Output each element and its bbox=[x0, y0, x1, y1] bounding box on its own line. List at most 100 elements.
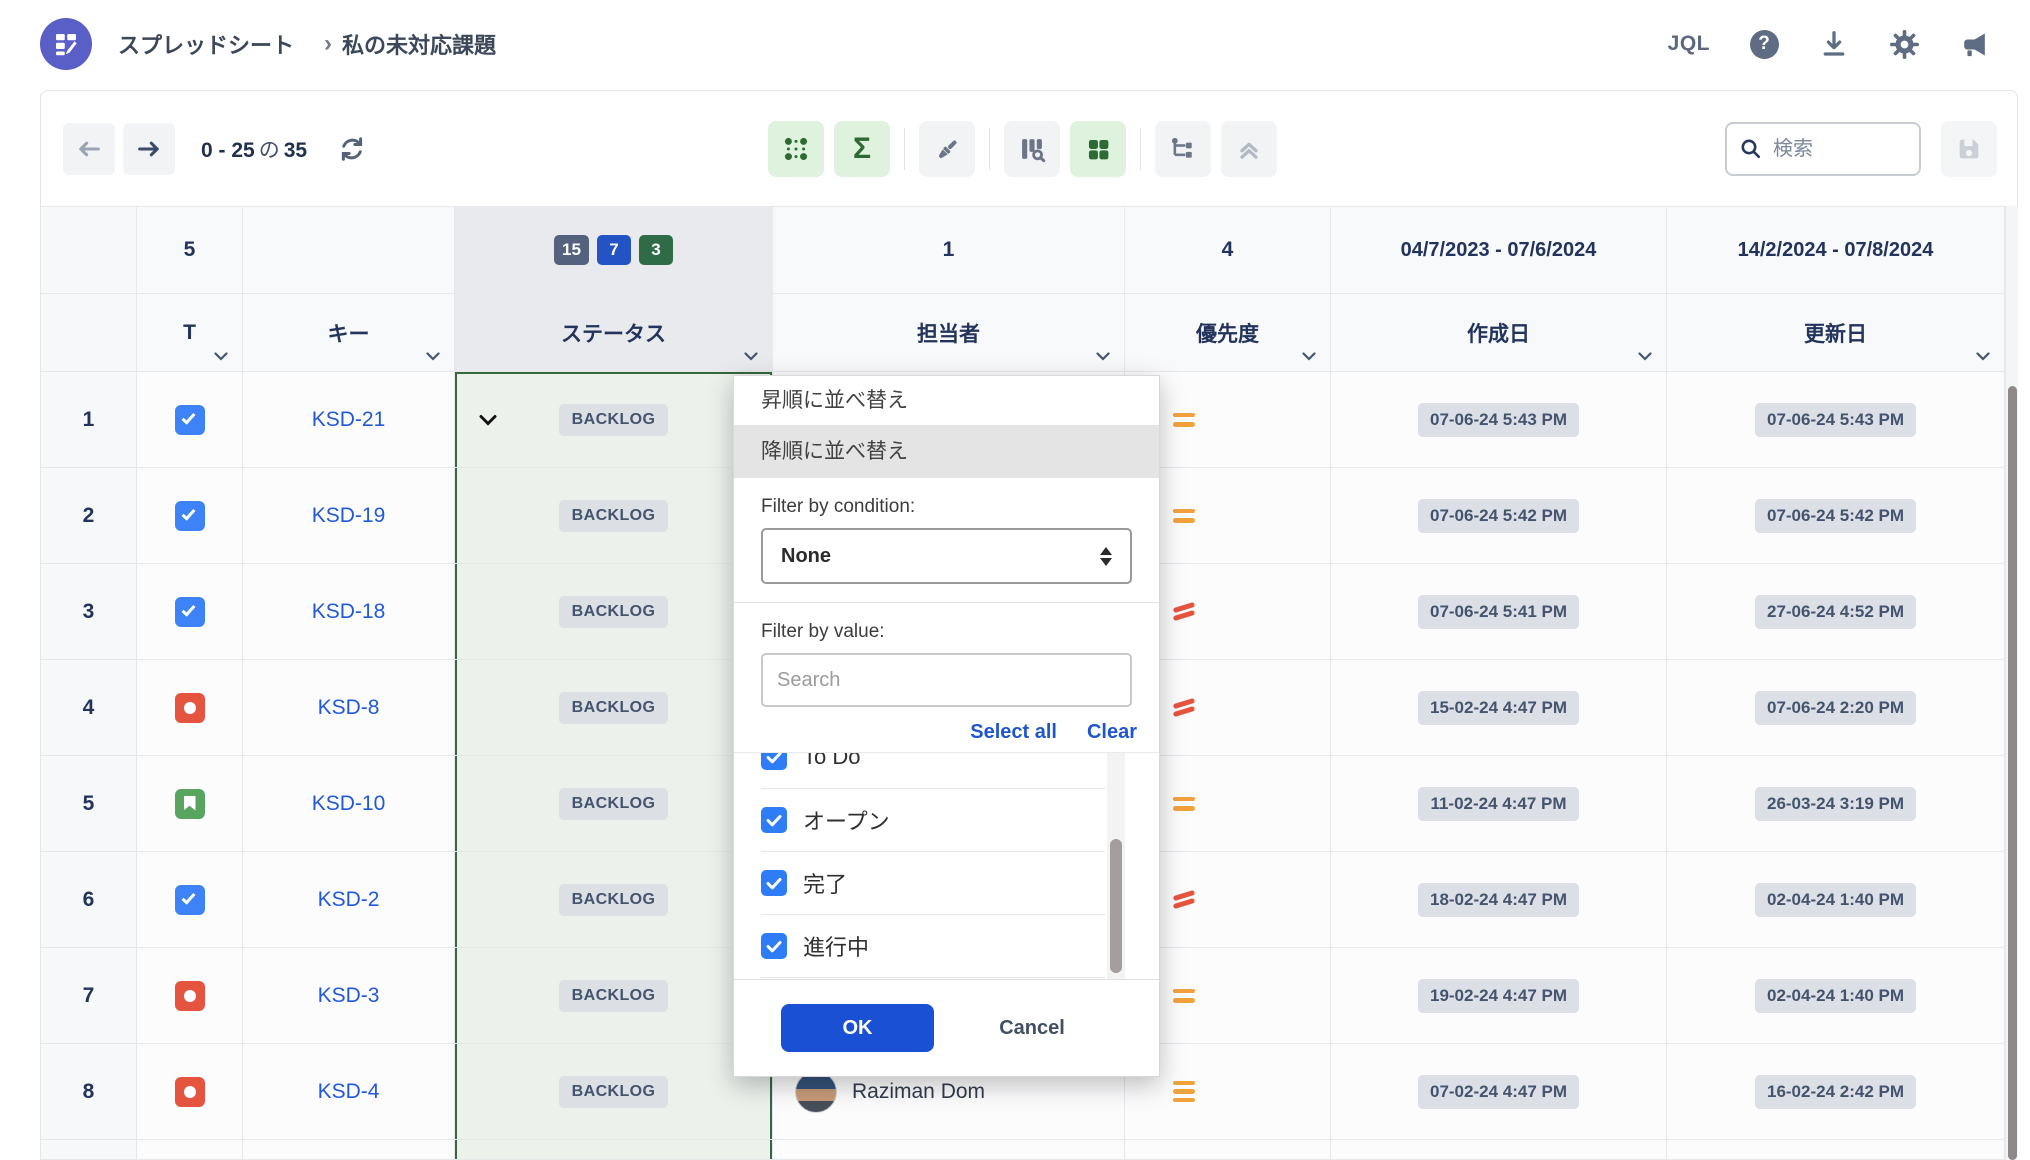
status-filter-option[interactable]: To Do bbox=[761, 752, 1105, 789]
issue-key-link[interactable]: KSD-10 bbox=[312, 792, 386, 816]
status-cell[interactable]: BACKLOG bbox=[455, 756, 773, 852]
updated-date-cell[interactable]: 07-06-24 5:43 PM bbox=[1667, 372, 2005, 468]
created-date-cell[interactable]: 19-02-24 4:47 PM bbox=[1331, 948, 1667, 1044]
sort-descending-item[interactable]: 降順に並べ替え bbox=[734, 425, 1159, 478]
megaphone-icon[interactable] bbox=[1958, 28, 1990, 60]
range-select-button[interactable] bbox=[768, 121, 824, 177]
status-cell[interactable]: BACKLOG bbox=[455, 372, 773, 468]
issue-key-link[interactable]: KSD-21 bbox=[312, 408, 386, 432]
status-cell[interactable]: BACKLOG bbox=[455, 948, 773, 1044]
issue-type-cell[interactable] bbox=[137, 852, 243, 948]
issue-key-cell[interactable]: KSD-21 bbox=[243, 372, 455, 468]
checkbox-checked-icon[interactable] bbox=[761, 933, 787, 959]
sort-ascending-item[interactable]: 昇順に並べ替え bbox=[734, 376, 1159, 425]
gear-icon[interactable] bbox=[1888, 28, 1920, 60]
row-number[interactable]: 6 bbox=[41, 852, 137, 948]
column-header-priority[interactable]: 優先度 bbox=[1125, 294, 1331, 372]
created-date-cell[interactable]: 07-02-24 4:47 PM bbox=[1331, 1044, 1667, 1140]
collapse-all-button[interactable] bbox=[1221, 121, 1277, 177]
updated-date-cell[interactable]: 07-06-24 5:42 PM bbox=[1667, 468, 2005, 564]
checkbox-checked-icon[interactable] bbox=[761, 870, 787, 896]
updated-date-cell[interactable]: 16-02-24 2:42 PM bbox=[1667, 1044, 2005, 1140]
status-filter-option[interactable]: 進行中 bbox=[761, 915, 1105, 978]
issue-type-cell[interactable] bbox=[137, 660, 243, 756]
created-date-cell[interactable]: 07-06-24 5:42 PM bbox=[1331, 468, 1667, 564]
column-header-updated[interactable]: 更新日 bbox=[1667, 294, 2005, 372]
column-settings-button[interactable] bbox=[1004, 121, 1060, 177]
created-date-cell[interactable]: 18-02-24 4:47 PM bbox=[1331, 852, 1667, 948]
created-date-cell[interactable]: 07-06-24 5:43 PM bbox=[1331, 372, 1667, 468]
jql-button[interactable]: JQL bbox=[1668, 32, 1710, 56]
issue-type-cell[interactable] bbox=[137, 372, 243, 468]
breadcrumb-app[interactable]: スプレッドシート bbox=[118, 28, 294, 60]
issue-key-cell[interactable]: KSD-19 bbox=[243, 468, 455, 564]
row-number[interactable]: 2 bbox=[41, 468, 137, 564]
status-filter-option[interactable]: オープン bbox=[761, 789, 1105, 852]
format-painter-button[interactable] bbox=[919, 121, 975, 177]
issue-type-cell[interactable] bbox=[137, 756, 243, 852]
value-search-input[interactable] bbox=[777, 669, 1116, 692]
issue-key-cell[interactable]: KSD-18 bbox=[243, 564, 455, 660]
column-header-created[interactable]: 作成日 bbox=[1331, 294, 1667, 372]
save-button[interactable] bbox=[1941, 121, 1997, 177]
column-header-assignee[interactable]: 担当者 bbox=[773, 294, 1125, 372]
row-number[interactable]: 8 bbox=[41, 1044, 137, 1140]
chevron-down-icon[interactable] bbox=[1302, 352, 1316, 361]
issue-key-link[interactable]: KSD-4 bbox=[318, 1080, 380, 1104]
column-header-type[interactable]: T bbox=[137, 294, 243, 372]
row-number[interactable]: 5 bbox=[41, 756, 137, 852]
table-scrollbar-thumb[interactable] bbox=[2008, 386, 2017, 1160]
status-cell[interactable]: BACKLOG bbox=[455, 660, 773, 756]
chevron-down-icon[interactable] bbox=[1096, 352, 1110, 361]
condition-select[interactable]: None bbox=[761, 528, 1132, 584]
value-search-box[interactable] bbox=[761, 653, 1132, 707]
issue-key-cell[interactable]: KSD-2 bbox=[243, 852, 455, 948]
ok-button[interactable]: OK bbox=[781, 1004, 934, 1052]
issue-type-cell[interactable] bbox=[137, 564, 243, 660]
status-cell[interactable]: BACKLOG bbox=[455, 852, 773, 948]
row-number[interactable]: 4 bbox=[41, 660, 137, 756]
sum-button[interactable]: Σ bbox=[834, 121, 890, 177]
created-date-cell[interactable]: 11-02-24 4:47 PM bbox=[1331, 756, 1667, 852]
issue-key-link[interactable]: KSD-2 bbox=[318, 888, 380, 912]
issue-key-link[interactable]: KSD-8 bbox=[318, 696, 380, 720]
chevron-down-icon[interactable] bbox=[1976, 352, 1990, 361]
hierarchy-button[interactable] bbox=[1155, 121, 1211, 177]
next-page-button[interactable] bbox=[123, 123, 175, 175]
options-scrollbar[interactable] bbox=[1107, 753, 1125, 980]
chevron-down-icon[interactable] bbox=[426, 352, 440, 361]
download-icon[interactable] bbox=[1818, 28, 1850, 60]
updated-date-cell[interactable]: 02-04-24 1:40 PM bbox=[1667, 852, 2005, 948]
issue-type-cell[interactable] bbox=[137, 468, 243, 564]
issue-key-cell[interactable]: KSD-8 bbox=[243, 660, 455, 756]
status-dropdown-caret-icon[interactable] bbox=[479, 414, 497, 425]
column-header-key[interactable]: キー bbox=[243, 294, 455, 372]
options-scrollbar-thumb[interactable] bbox=[1110, 839, 1122, 973]
cancel-button[interactable]: Cancel bbox=[972, 1004, 1092, 1052]
chevron-down-icon[interactable] bbox=[744, 352, 758, 361]
checkbox-checked-icon[interactable] bbox=[761, 752, 787, 770]
chevron-down-icon[interactable] bbox=[214, 352, 228, 361]
issue-key-cell[interactable]: KSD-4 bbox=[243, 1044, 455, 1140]
help-icon[interactable]: ? bbox=[1748, 28, 1780, 60]
issue-key-link[interactable]: KSD-3 bbox=[318, 984, 380, 1008]
updated-date-cell[interactable]: 02-04-24 1:40 PM bbox=[1667, 948, 2005, 1044]
select-all-link[interactable]: Select all bbox=[970, 721, 1057, 744]
spreadsheet-app-logo-icon[interactable] bbox=[40, 18, 92, 70]
issue-type-cell[interactable] bbox=[137, 948, 243, 1044]
issue-key-cell[interactable]: KSD-3 bbox=[243, 948, 455, 1044]
updated-date-cell[interactable]: 27-06-24 4:52 PM bbox=[1667, 564, 2005, 660]
created-date-cell[interactable]: 15-02-24 4:47 PM bbox=[1331, 660, 1667, 756]
row-number[interactable]: 7 bbox=[41, 948, 137, 1044]
grid-view-button[interactable] bbox=[1070, 121, 1126, 177]
issue-key-cell[interactable]: KSD-10 bbox=[243, 756, 455, 852]
search-input[interactable] bbox=[1773, 138, 1893, 161]
status-cell[interactable]: BACKLOG bbox=[455, 468, 773, 564]
status-filter-option[interactable]: 完了 bbox=[761, 852, 1105, 915]
table-scrollbar[interactable] bbox=[2005, 206, 2018, 1160]
row-number[interactable]: 1 bbox=[41, 372, 137, 468]
updated-date-cell[interactable]: 07-06-24 2:20 PM bbox=[1667, 660, 2005, 756]
issue-key-link[interactable]: KSD-19 bbox=[312, 504, 386, 528]
status-cell[interactable]: BACKLOG bbox=[455, 564, 773, 660]
issue-type-cell[interactable] bbox=[137, 1044, 243, 1140]
